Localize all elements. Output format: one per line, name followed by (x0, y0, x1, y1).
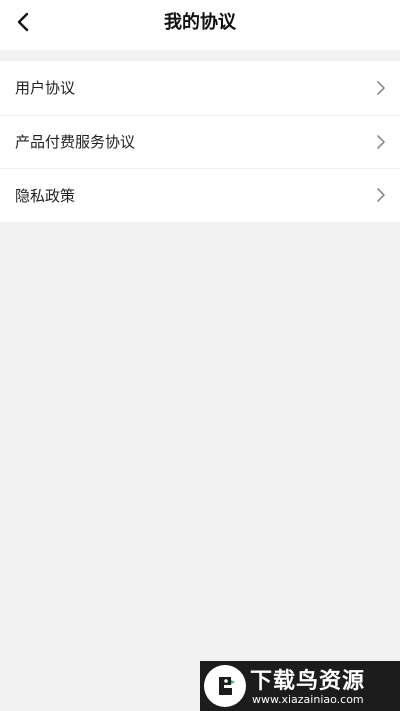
page-title: 我的协议 (164, 12, 236, 33)
watermark-title: 下载鸟资源 (250, 669, 366, 694)
list-item-privacy-policy[interactable]: 隐私政策 (0, 168, 400, 222)
bird-logo-icon (204, 665, 246, 707)
nav-bar: 我的协议 (0, 0, 400, 50)
list-item-user-agreement[interactable]: 用户协议 (0, 61, 400, 115)
chevron-right-icon (377, 134, 385, 149)
list-item-paid-service-agreement[interactable]: 产品付费服务协议 (0, 114, 400, 168)
chevron-right-icon (377, 80, 385, 95)
agreement-list: 用户协议 产品付费服务协议 隐私政策 (0, 61, 400, 222)
list-item-label: 隐私政策 (15, 186, 76, 205)
agreements-page: 我的协议 用户协议 产品付费服务协议 隐私政策 下载鸟资源 www.xiazai… (0, 0, 400, 711)
watermark-banner: 下载鸟资源 www.xiazainiao.com (200, 661, 400, 711)
watermark-url: www.xiazainiao.com (252, 693, 364, 706)
list-item-label: 用户协议 (15, 79, 76, 98)
chevron-right-icon (377, 188, 385, 203)
list-item-label: 产品付费服务协议 (15, 133, 136, 152)
